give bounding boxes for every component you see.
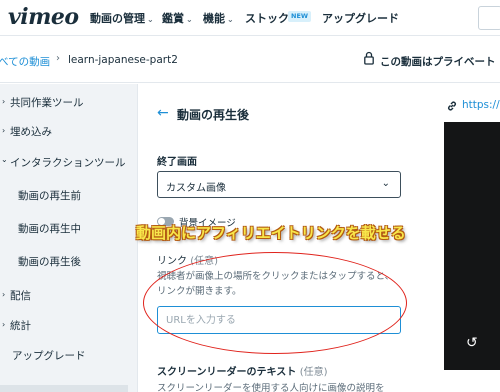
sidebar-item-collaboration[interactable]: 共同作業ツール xyxy=(10,95,84,110)
nav-label: アップグレード xyxy=(322,12,399,25)
sidebar-item-before-video[interactable]: 動画の再生前 xyxy=(18,188,81,203)
breadcrumb-separator: › xyxy=(56,53,60,64)
nav-features[interactable]: 機能 ⌄ xyxy=(203,10,234,26)
nav-upgrade[interactable]: アップグレード xyxy=(322,10,399,26)
nav-label: 機能 xyxy=(203,12,225,25)
nav-label: 動画の管理 xyxy=(90,12,145,25)
sidebar-item-embed[interactable]: 埋め込み xyxy=(10,124,52,139)
end-screen-select[interactable]: カスタム画像 ⌄ xyxy=(157,171,401,198)
link-icon xyxy=(448,101,456,111)
link-label: リンク (任意) xyxy=(157,252,218,267)
chevron-right-icon: › xyxy=(2,320,6,329)
vimeo-logo[interactable]: vimeo xyxy=(8,4,79,30)
url-input[interactable] xyxy=(157,306,401,334)
sidebar-item-analytics[interactable]: 統計 xyxy=(10,318,31,333)
chevron-down-icon: ⌄ xyxy=(147,15,154,24)
end-screen-selected-value: カスタム画像 xyxy=(166,183,226,194)
replay-icon[interactable]: ↺ xyxy=(466,335,478,351)
chevron-right-icon: › xyxy=(2,126,6,135)
sidebar-item-during-video[interactable]: 動画の再生中 xyxy=(18,221,81,236)
sidebar: › 共同作業ツール › 埋め込み ⌄ インタラクションツール 動画の再生前 動画… xyxy=(0,84,138,392)
chevron-down-icon: ⌄ xyxy=(1,155,8,164)
end-screen-label: 終了画面 xyxy=(157,157,197,168)
screen-reader-optional: (任意) xyxy=(299,367,328,378)
chevron-down-icon: ⌄ xyxy=(186,15,193,24)
nav-manage-videos[interactable]: 動画の管理 ⌄ xyxy=(90,10,154,26)
top-navigation: vimeo 動画の管理 ⌄ 鑑賞 ⌄ 機能 ⌄ ストック NEW アップグレード xyxy=(0,0,500,36)
nav-stock[interactable]: ストック xyxy=(245,10,289,26)
preview-url[interactable]: https://v xyxy=(462,99,500,111)
sidebar-item-interaction-tools[interactable]: インタラクションツール xyxy=(10,155,126,170)
new-badge: NEW xyxy=(288,11,312,22)
sidebar-item-upgrade[interactable]: アップグレード xyxy=(12,348,86,363)
breadcrumb-all-videos[interactable]: べての動画 xyxy=(0,54,50,69)
video-player-preview[interactable] xyxy=(444,122,500,370)
lock-icon xyxy=(364,51,374,65)
account-button[interactable] xyxy=(478,6,500,30)
horizontal-scrollbar[interactable] xyxy=(0,385,128,392)
link-help-text: 視聴者が画像上の場所をクリックまたはタップすると、リンクが開きます。 xyxy=(157,271,395,297)
chevron-down-icon: ⌄ xyxy=(381,178,390,189)
nav-label: ストック xyxy=(245,12,289,25)
sidebar-item-after-video[interactable]: 動画の再生後 xyxy=(18,254,81,269)
breadcrumb: べての動画 › learn-japanese-part2 この動画はプライベート xyxy=(0,37,500,83)
chevron-right-icon: › xyxy=(2,290,6,299)
chevron-right-icon: › xyxy=(2,97,6,106)
sidebar-item-distribution[interactable]: 配信 xyxy=(10,288,31,303)
screen-reader-help-text: スクリーンリーダーを使用する人向けに画像の説明を xyxy=(157,383,385,392)
screen-reader-label-text: スクリーンリーダーのテキスト xyxy=(157,367,297,378)
nav-label: 鑑賞 xyxy=(162,12,184,25)
nav-watch[interactable]: 鑑賞 ⌄ xyxy=(162,10,193,26)
chevron-down-icon: ⌄ xyxy=(227,15,234,24)
link-label-text: リンク xyxy=(157,256,187,267)
link-optional: (任意) xyxy=(190,256,218,267)
breadcrumb-current: learn-japanese-part2 xyxy=(68,54,178,66)
annotation-caption: 動画内にアフィリエイトリンクを載せる xyxy=(136,224,406,242)
back-arrow-icon[interactable]: ← xyxy=(157,105,169,121)
screen-reader-label: スクリーンリーダーのテキスト (任意) xyxy=(157,363,328,378)
panel-title: 動画の再生後 xyxy=(177,108,250,122)
privacy-status[interactable]: この動画はプライベート xyxy=(380,54,496,69)
